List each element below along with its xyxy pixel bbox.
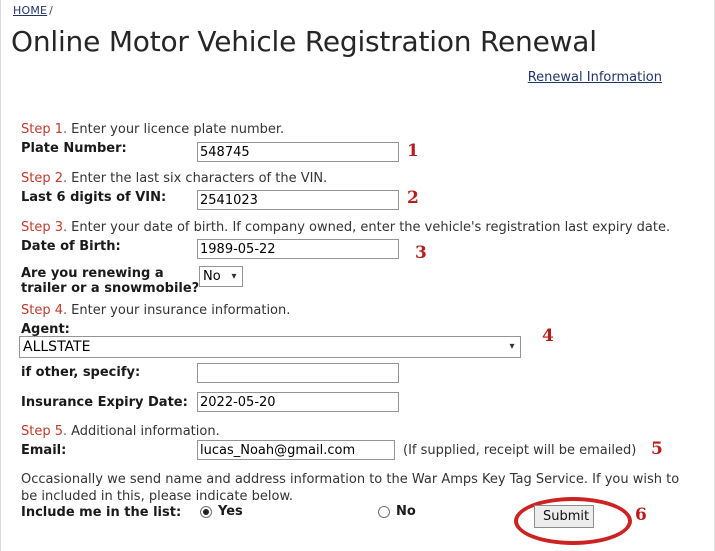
annotation-5: 5 [651, 439, 663, 459]
step-4-instruction: Step 4. Enter your insurance information. [21, 303, 290, 318]
chevron-down-icon: ▾ [509, 341, 515, 352]
step-3-instruction: Step 3. Enter your date of birth. If comp… [21, 220, 670, 235]
email-label: Email: [21, 443, 67, 458]
step-5-number: Step 5. [21, 424, 68, 439]
insurance-expiry-input[interactable] [197, 392, 399, 412]
step-1-text: Enter your licence plate number. [71, 122, 285, 137]
agent-label: Agent: [21, 322, 70, 337]
annotation-1: 1 [407, 141, 419, 161]
vin-label: Last 6 digits of VIN: [21, 190, 167, 205]
include-no-option[interactable]: No [378, 504, 416, 519]
step-5-text: Additional information. [71, 424, 220, 439]
email-input[interactable] [197, 440, 395, 460]
breadcrumb-home-link[interactable]: HOME [13, 4, 47, 17]
renewal-information-link[interactable]: Renewal Information [528, 70, 662, 85]
trailer-question-label: Are you renewing a trailer or a snowmobi… [21, 266, 200, 296]
war-amps-paragraph: Occasionally we send name and address in… [21, 472, 680, 504]
include-yes-option[interactable]: Yes [200, 504, 243, 519]
trailer-select[interactable]: No ▾ [199, 266, 243, 287]
step-2-number: Step 2. [21, 171, 68, 186]
submit-button[interactable]: Submit [534, 505, 594, 528]
email-hint: (If supplied, receipt will be emailed) [403, 443, 637, 458]
step-3-text: Enter your date of birth. If company own… [71, 220, 671, 235]
renewal-information: Renewal Information [528, 70, 662, 85]
step-2-text: Enter the last six characters of the VIN… [71, 171, 328, 186]
step-1-number: Step 1. [21, 122, 68, 137]
step-4-text: Enter your insurance information. [71, 303, 291, 318]
breadcrumb: HOME / [13, 4, 53, 17]
plate-number-label: Plate Number: [21, 141, 127, 156]
date-of-birth-label: Date of Birth: [21, 239, 121, 254]
annotation-3: 3 [415, 243, 427, 263]
include-me-label: Include me in the list: [21, 505, 182, 520]
annotation-6: 6 [635, 505, 647, 525]
vin-input[interactable] [197, 190, 399, 210]
annotation-4: 4 [542, 326, 554, 346]
step-1-instruction: Step 1. Enter your licence plate number. [21, 122, 284, 137]
annotation-2: 2 [407, 188, 419, 208]
step-2-instruction: Step 2. Enter the last six characters of … [21, 171, 327, 186]
if-other-label: if other, specify: [21, 365, 141, 380]
agent-select[interactable]: ALLSTATE ▾ [19, 336, 521, 358]
step-5-instruction: Step 5. Additional information. [21, 424, 220, 439]
insurance-expiry-label: Insurance Expiry Date: [21, 395, 188, 410]
include-no-label: No [396, 504, 416, 519]
agent-select-value: ALLSTATE [23, 339, 91, 355]
include-yes-radio[interactable] [200, 505, 212, 518]
if-other-input[interactable] [197, 363, 399, 383]
include-no-radio[interactable] [378, 505, 390, 518]
date-of-birth-input[interactable] [197, 239, 399, 259]
breadcrumb-separator: / [49, 4, 54, 17]
step-4-number: Step 4. [21, 303, 68, 318]
include-yes-label: Yes [218, 504, 243, 519]
step-3-number: Step 3. [21, 220, 68, 235]
page-root: HOME / Online Motor Vehicle Registration … [0, 0, 715, 551]
trailer-select-value: No [203, 269, 221, 284]
chevron-down-icon: ▾ [231, 270, 237, 282]
page-title: Online Motor Vehicle Registration Renewa… [11, 25, 597, 58]
plate-number-input[interactable] [197, 142, 399, 162]
